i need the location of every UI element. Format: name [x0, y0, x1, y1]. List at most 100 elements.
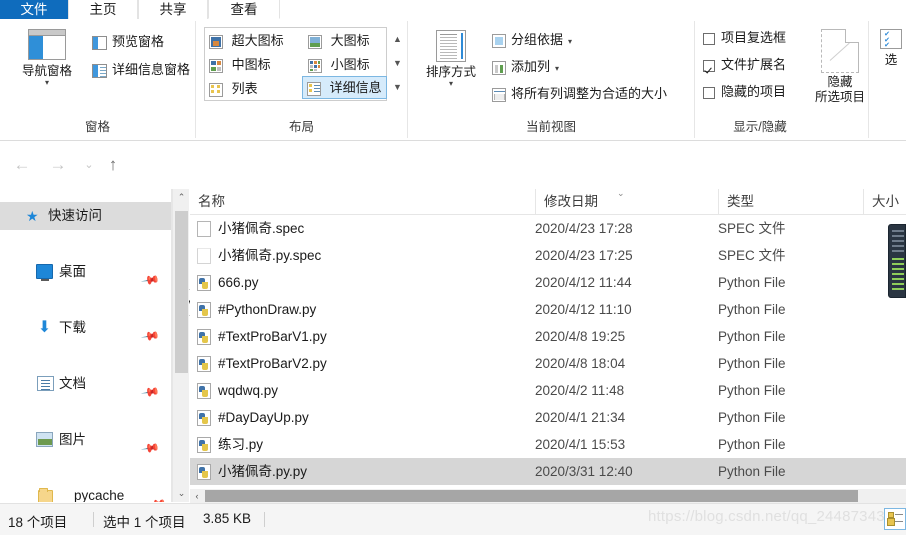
file-date: 2020/4/12 11:44 [535, 275, 632, 290]
table-row[interactable]: 小猪佩奇.py.spec 2020/4/23 17:25 SPEC 文件 [190, 242, 906, 269]
table-row[interactable]: 小猪佩奇.py.py 2020/3/31 12:40 Python File [190, 458, 906, 485]
documents-icon [37, 376, 54, 391]
back-button[interactable]: ← [10, 153, 34, 177]
file-name-extensions-toggle[interactable]: 文件扩展名 [703, 54, 786, 76]
file-type: Python File [718, 329, 786, 344]
sidebar-item-quick-access[interactable]: ★ 快速访问 [0, 202, 171, 230]
ribbon-tab-home[interactable]: 主页 [68, 0, 138, 19]
layout-gallery-scroll: ▲ ▼ ▼ [391, 27, 404, 101]
sort-by-button[interactable]: 排序方式 ▾ [410, 25, 492, 113]
python-file-icon [197, 410, 211, 426]
status-item-count: 18 个项目 [8, 515, 68, 530]
navigation-pane-scrollbar[interactable]: ⌃ ⌄ [172, 189, 189, 502]
sidebar-item-downloads[interactable]: ⬇ 下载 📌 [0, 314, 171, 347]
layout-details-selected[interactable]: 详细信息 [302, 76, 387, 99]
medium-icons-icon [209, 58, 223, 73]
pin-icon: 📌 [143, 488, 171, 502]
table-row[interactable]: 练习.py 2020/4/1 15:53 Python File [190, 431, 906, 458]
recent-locations-button[interactable]: ⌄ [77, 153, 101, 177]
scrollbar-thumb[interactable] [175, 211, 188, 373]
chevron-down-icon: ▾ [448, 79, 453, 88]
file-name: 小猪佩奇.py.spec [218, 248, 322, 263]
options-button[interactable]: ✔ ✔ ✔ 选 [871, 25, 906, 113]
file-name: #PythonDraw.py [218, 302, 317, 317]
column-header-size[interactable]: 大小 [863, 189, 906, 215]
python-file-icon [197, 302, 211, 318]
layout-small-icons[interactable]: 小图标 [308, 53, 370, 76]
layout-scroll-up-button[interactable]: ▲ [391, 27, 404, 51]
ribbon-group-current-view: 排序方式 ▾ 分组依据 ▾ 添加列 ▾ 将所有列调整为合适的大小 当前视图 [408, 21, 695, 138]
layout-large-icons[interactable]: 大图标 [308, 29, 370, 52]
extra-large-icons-icon [209, 34, 223, 49]
file-type: Python File [718, 383, 786, 398]
ribbon-tab-share[interactable]: 共享 [138, 0, 208, 19]
pin-icon: 📌 [140, 269, 161, 291]
scroll-left-button[interactable]: ‹ [190, 489, 204, 503]
sidebar-item-pycache[interactable]: __pycache__ 📌 [0, 482, 171, 502]
details-view-button[interactable] [884, 508, 906, 530]
column-header-type[interactable]: 类型 [718, 189, 863, 215]
table-row[interactable]: wqdwq.py 2020/4/2 11:48 Python File [190, 377, 906, 404]
ribbon-tab-file[interactable]: 文件 [0, 0, 68, 19]
options-icon: ✔ ✔ ✔ [880, 29, 902, 49]
hidden-items-label: 隐藏的项目 [721, 84, 787, 99]
hidden-items-toggle[interactable]: 隐藏的项目 [703, 81, 786, 103]
status-bar: 18 个项目 选中 1 个项目 3.85 KB [0, 503, 906, 535]
details-view-icon [307, 81, 321, 96]
column-header-name[interactable]: 名称 [190, 189, 535, 215]
forward-button[interactable]: → [46, 153, 70, 177]
scrollbar-thumb[interactable] [205, 490, 858, 502]
ribbon-group-panes: 导航窗格 ▾ 预览窗格 详细信息窗格 窗格 [0, 21, 196, 138]
preview-pane-toggle[interactable]: 预览窗格 [92, 31, 164, 53]
item-checkboxes-toggle[interactable]: 项目复选框 [703, 27, 786, 49]
ribbon-tab-view[interactable]: 查看 [208, 0, 280, 19]
sidebar-item-documents[interactable]: 文档 📌 [0, 370, 171, 402]
pictures-icon [36, 432, 53, 447]
layout-medium-icons[interactable]: 中图标 [209, 53, 271, 76]
size-all-columns-button[interactable]: 将所有列调整为合适的大小 [492, 83, 667, 105]
file-list-horizontal-scrollbar[interactable]: ‹ [190, 489, 906, 503]
ribbon-group-show-hide: 项目复选框 文件扩展名 隐藏的项目 隐藏 所选项目 显示/隐藏 [695, 21, 869, 138]
details-pane-toggle[interactable]: 详细信息窗格 [92, 59, 190, 81]
table-row[interactable]: #DayDayUp.py 2020/4/1 21:34 Python File [190, 404, 906, 431]
sort-icon [436, 30, 466, 62]
table-row[interactable]: #PythonDraw.py 2020/4/12 11:10 Python Fi… [190, 296, 906, 323]
column-header-date[interactable]: 修改日期 [535, 189, 718, 215]
table-row[interactable]: #TextProBarV1.py 2020/4/8 19:25 Python F… [190, 323, 906, 350]
floating-side-widget[interactable] [888, 224, 906, 298]
group-by-button[interactable]: 分组依据 ▾ [492, 29, 572, 51]
scroll-up-button[interactable]: ⌃ [173, 189, 190, 206]
group-by-label: 分组依据 [511, 32, 564, 47]
details-pane-icon [92, 63, 107, 78]
scroll-down-button[interactable]: ⌄ [173, 485, 190, 502]
pin-icon: 📌 [140, 325, 161, 347]
add-columns-button[interactable]: 添加列 ▾ [492, 56, 559, 78]
navigation-pane-button[interactable]: 导航窗格 ▾ [8, 25, 86, 113]
hide-selected-items-button[interactable]: 隐藏 所选项目 [812, 25, 868, 113]
checkbox-checked-icon [703, 59, 715, 72]
python-file-icon [197, 275, 211, 291]
ribbon-tab-strip: 文件 主页 共享 查看 [0, 0, 906, 19]
sidebar-item-label: 快速访问 [48, 208, 102, 223]
python-file-icon [197, 464, 211, 480]
sidebar-item-desktop[interactable]: 桌面 📌 [0, 258, 171, 290]
sidebar-item-pictures[interactable]: 图片 📌 [0, 426, 171, 458]
status-selection-size: 3.85 KB [203, 511, 252, 526]
layout-scroll-down-button[interactable]: ▼ [391, 51, 404, 75]
layout-scroll-more-button[interactable]: ▼ [391, 75, 404, 99]
sidebar-item-label: 下载 [59, 320, 86, 335]
sort-indicator-icon: ⌄ [617, 189, 625, 198]
table-row[interactable]: #TextProBarV2.py 2020/4/8 18:04 Python F… [190, 350, 906, 377]
pin-icon: 📌 [140, 381, 161, 403]
table-row[interactable]: 666.py 2020/4/12 11:44 Python File [190, 269, 906, 296]
layout-list[interactable]: 列表 [209, 77, 258, 100]
layout-extra-large-icons[interactable]: 超大图标 [209, 29, 284, 52]
table-row[interactable]: 小猪佩奇.spec 2020/4/23 17:28 SPEC 文件 [190, 215, 906, 242]
python-file-icon [197, 383, 211, 399]
python-file-icon [197, 356, 211, 372]
add-columns-icon [492, 60, 506, 75]
up-button[interactable]: ↑ [101, 153, 125, 177]
file-type: Python File [718, 302, 786, 317]
add-columns-label: 添加列 [511, 59, 551, 74]
file-type: SPEC 文件 [718, 248, 786, 263]
